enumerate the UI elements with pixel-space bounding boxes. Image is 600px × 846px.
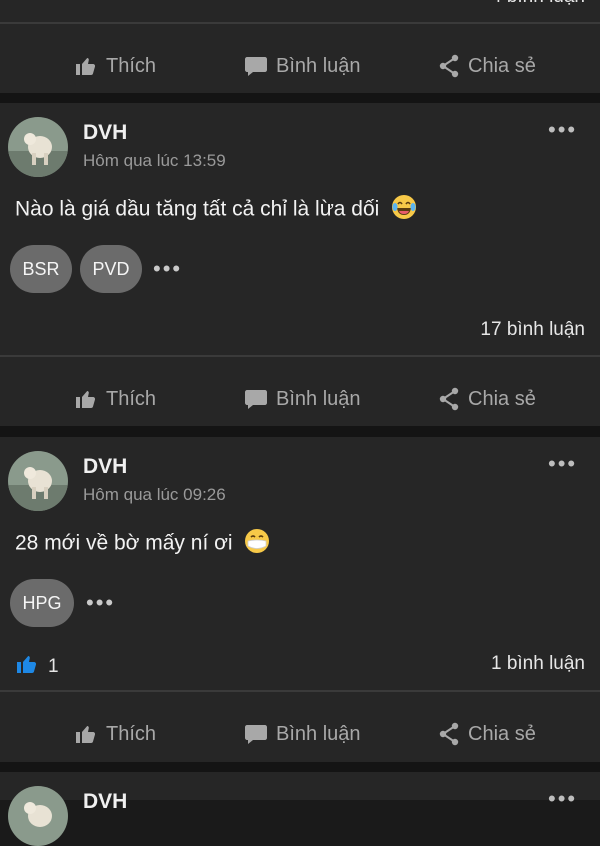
comment-count[interactable]: 1 bình luận [491,653,585,675]
like-label: Thích [106,387,157,410]
more-options-icon[interactable]: ••• [548,786,577,812]
share-icon [438,54,460,78]
share-button[interactable]: Chia sẻ [438,387,536,411]
share-icon [438,722,460,746]
stock-tag[interactable]: HPG [10,579,74,627]
comment-button[interactable]: Bình luận [244,722,361,746]
speech-bubble-icon [244,722,268,746]
author-name[interactable]: DVH [83,455,127,479]
share-label: Chia sẻ [468,54,536,77]
blue-thumbs-up-icon [14,652,40,681]
comment-count[interactable]: 4 bình luận [491,0,585,8]
post-time: Hôm qua lúc 09:26 [83,485,226,504]
post-actions-bar: Thích Bình luận Chia sẻ [0,372,600,426]
like-label: Thích [106,722,157,745]
share-button[interactable]: Chia sẻ [438,54,536,78]
more-options-icon[interactable]: ••• [548,117,577,143]
post-actions-bar: Thích Bình luận Chia sẻ [0,707,600,761]
like-count: 1 [48,655,59,677]
divider [0,355,600,357]
thumbs-up-icon [74,54,98,78]
comment-count[interactable]: 17 bình luận [480,319,585,341]
speech-bubble-icon [244,387,268,411]
more-options-icon[interactable]: ••• [548,451,577,477]
like-button[interactable]: Thích [74,387,156,411]
post-gap [0,426,600,437]
post-content: 28 mới về bờ mấy ní ơi [15,528,270,560]
stock-tag[interactable]: PVD [80,245,142,293]
like-summary[interactable]: 1 [14,652,59,681]
share-icon [438,387,460,411]
more-tags-icon[interactable]: ••• [153,256,182,282]
avatar[interactable] [8,117,68,177]
comment-label: Bình luận [276,722,361,745]
divider [0,22,600,24]
thumbs-up-icon [74,722,98,746]
post-time: Hôm qua lúc 13:59 [83,151,226,170]
post-gap [0,762,600,772]
mask-emoji-icon [244,528,270,560]
comment-label: Bình luận [276,387,361,410]
share-button[interactable]: Chia sẻ [438,722,536,746]
share-label: Chia sẻ [468,722,536,745]
comment-button[interactable]: Bình luận [244,387,361,411]
more-tags-icon[interactable]: ••• [86,590,115,616]
share-label: Chia sẻ [468,387,536,410]
post-content: Nào là giá dầu tăng tất cả chỉ là lừa dố… [15,194,417,226]
post-text: Nào là giá dầu tăng tất cả chỉ là lừa dố… [15,197,380,221]
avatar[interactable] [8,786,68,846]
author-name[interactable]: DVH [83,121,127,145]
author-name[interactable]: DVH [83,790,127,814]
laughing-tears-emoji-icon [391,194,417,226]
like-button[interactable]: Thích [74,54,156,78]
speech-bubble-icon [244,54,268,78]
avatar[interactable] [8,451,68,511]
stock-tag[interactable]: BSR [10,245,72,293]
comment-button[interactable]: Bình luận [244,54,361,78]
thumbs-up-icon [74,387,98,411]
post-actions-bar: Thích Bình luận Chia sẻ [0,39,600,93]
like-label: Thích [106,54,157,77]
divider [0,690,600,692]
post-gap [0,93,600,103]
like-button[interactable]: Thích [74,722,156,746]
post-text: 28 mới về bờ mấy ní ơi [15,531,233,555]
comment-label: Bình luận [276,54,361,77]
